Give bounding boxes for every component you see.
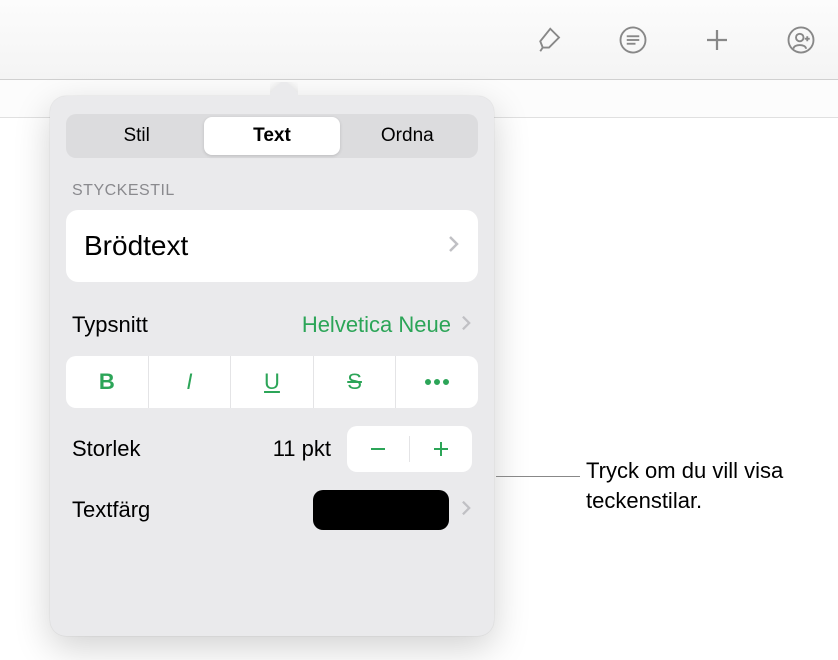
collaborate-icon[interactable]	[784, 23, 818, 57]
format-tabs: Stil Text Ordna	[66, 114, 478, 158]
font-label: Typsnitt	[72, 312, 302, 338]
popover-arrow	[270, 82, 298, 96]
paragraph-style-name: Brödtext	[84, 230, 188, 262]
ellipsis-icon	[424, 378, 450, 386]
tab-style[interactable]: Stil	[69, 117, 204, 155]
size-label: Storlek	[72, 436, 273, 462]
text-format-buttons: B I U S	[66, 356, 478, 408]
font-value: Helvetica Neue	[302, 312, 451, 338]
size-increase-button[interactable]	[410, 426, 472, 472]
tab-arrange[interactable]: Ordna	[340, 117, 475, 155]
size-stepper	[347, 426, 472, 472]
bold-button[interactable]: B	[66, 356, 149, 408]
paragraph-style-heading: STYCKESTIL	[66, 182, 478, 200]
chevron-right-icon	[448, 234, 460, 259]
paragraph-style-selector[interactable]: Brödtext	[66, 210, 478, 282]
strikethrough-button[interactable]: S	[314, 356, 397, 408]
tab-text[interactable]: Text	[204, 117, 339, 155]
chevron-right-icon	[461, 314, 472, 337]
chevron-right-icon	[461, 499, 472, 522]
callout-text: Tryck om du vill visa teckenstilar.	[586, 456, 816, 515]
text-color-label: Textfärg	[72, 497, 313, 523]
size-decrease-button[interactable]	[347, 426, 409, 472]
insert-list-icon[interactable]	[616, 23, 650, 57]
italic-icon: I	[186, 369, 192, 395]
font-row[interactable]: Typsnitt Helvetica Neue	[66, 312, 478, 338]
italic-button[interactable]: I	[149, 356, 232, 408]
strikethrough-icon: S	[347, 369, 362, 395]
underline-icon: U	[264, 369, 280, 395]
app-toolbar	[0, 0, 838, 80]
underline-button[interactable]: U	[231, 356, 314, 408]
text-color-row[interactable]: Textfärg	[66, 490, 478, 530]
bold-icon: B	[99, 369, 115, 395]
size-value: 11 pkt	[273, 436, 331, 462]
format-popover: Stil Text Ordna STYCKESTIL Brödtext Typs…	[50, 96, 494, 636]
add-icon[interactable]	[700, 23, 734, 57]
format-brush-icon[interactable]	[532, 23, 566, 57]
text-color-swatch[interactable]	[313, 490, 449, 530]
size-row: Storlek 11 pkt	[66, 426, 478, 472]
callout-leader-line	[496, 476, 580, 477]
more-options-button[interactable]	[396, 356, 478, 408]
